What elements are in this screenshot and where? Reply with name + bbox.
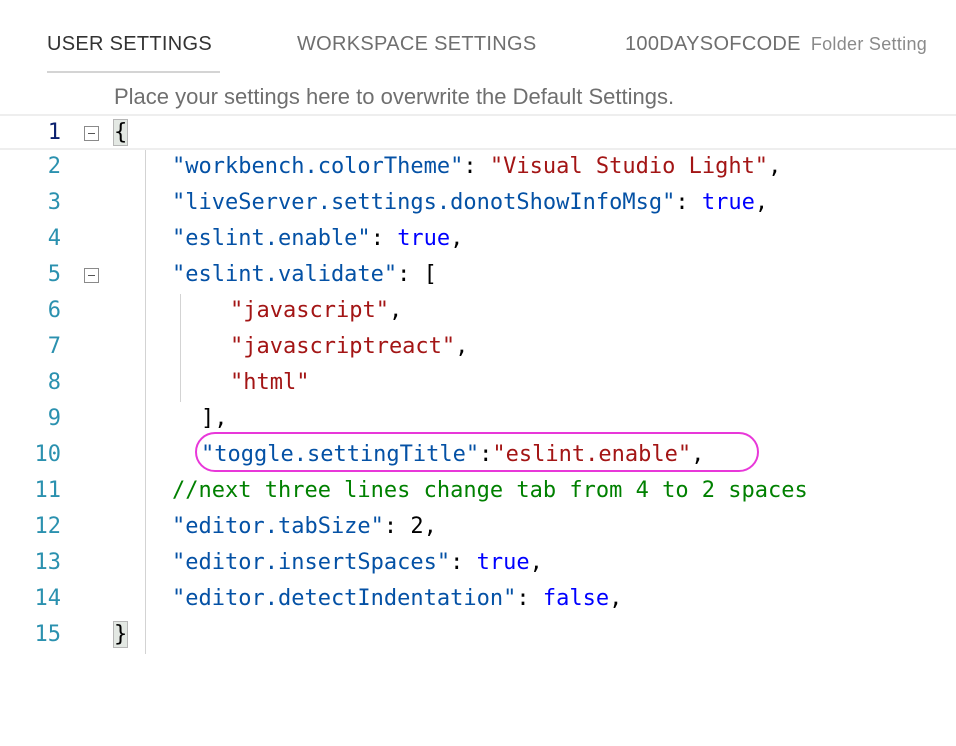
code-text: "javascriptreact", [230,334,469,359]
code-text: "editor.insertSpaces": true, [172,550,543,575]
code-text: "html" [230,370,310,395]
code-text: "editor.detectIndentation": false, [172,586,623,611]
active-tab-indicator [47,71,220,73]
code-line[interactable]: 8 "html" [0,366,956,402]
settings-tab-bar: USER SETTINGS WORKSPACE SETTINGS 100DAYS… [0,0,956,74]
code-line[interactable]: 1{ [0,114,956,150]
folder-name: 100DAYSOFCODE [625,33,801,55]
line-number: 12 [34,514,62,539]
code-line[interactable]: 12 "editor.tabSize": 2, [0,510,956,546]
code-line[interactable]: 2 "workbench.colorTheme": "Visual Studio … [0,150,956,186]
code-line[interactable]: 10 "toggle.settingTitle":"eslint.enable", [0,438,956,474]
tab-folder-settings[interactable]: 100DAYSOFCODE Folder Setting [625,33,927,56]
code-line[interactable]: 3 "liveServer.settings.donotShowInfoMsg":… [0,186,956,222]
line-number: 8 [47,370,61,395]
line-number: 3 [47,190,61,215]
tab-workspace-settings[interactable]: WORKSPACE SETTINGS [297,33,537,56]
code-line[interactable]: 6 "javascript", [0,294,956,330]
fold-collapse-icon[interactable] [84,268,99,283]
code-line[interactable]: 9], [0,402,956,438]
line-number: 10 [34,442,62,467]
settings-hint: Place your settings here to overwrite th… [114,84,675,109]
code-line[interactable]: 13 "editor.insertSpaces": true, [0,546,956,582]
code-text: "liveServer.settings.donotShowInfoMsg": … [172,190,769,215]
line-number: 15 [34,622,62,647]
code-text: } [112,621,129,648]
line-number: 6 [47,298,61,323]
line-number: 13 [34,550,62,575]
tab-user-settings[interactable]: USER SETTINGS [47,33,212,56]
fold-collapse-icon[interactable] [84,126,99,141]
code-editor[interactable]: 1{2 "workbench.colorTheme": "Visual Studi… [0,114,956,654]
line-number: 11 [34,478,62,503]
code-text: ], [201,406,228,431]
line-number: 4 [47,226,61,251]
line-number: 7 [47,334,61,359]
code-text: "eslint.validate": [ [172,262,437,287]
code-line[interactable]: 5 "eslint.validate": [ [0,258,956,294]
line-number: 9 [47,406,61,431]
code-text: "toggle.settingTitle":"eslint.enable", [201,442,705,467]
code-text: //next three lines change tab from 4 to … [172,478,808,503]
code-line[interactable]: 4 "eslint.enable": true, [0,222,956,258]
folder-settings-label: Folder Setting [810,34,928,54]
code-text: "editor.tabSize": 2, [172,514,437,539]
code-line[interactable]: 14 "editor.detectIndentation": false, [0,582,956,618]
code-text: "workbench.colorTheme": "Visual Studio L… [172,154,782,179]
code-line[interactable]: 11 //next three lines change tab from 4 t… [0,474,956,510]
code-text: "eslint.enable": true, [172,226,464,251]
line-number: 1 [47,120,61,145]
code-line[interactable]: 15} [0,618,956,654]
code-text: { [112,119,129,146]
line-number: 2 [47,154,61,179]
code-text: "javascript", [230,298,403,323]
code-line[interactable]: 7 "javascriptreact", [0,330,956,366]
line-number: 14 [34,586,62,611]
line-number: 5 [47,262,61,287]
